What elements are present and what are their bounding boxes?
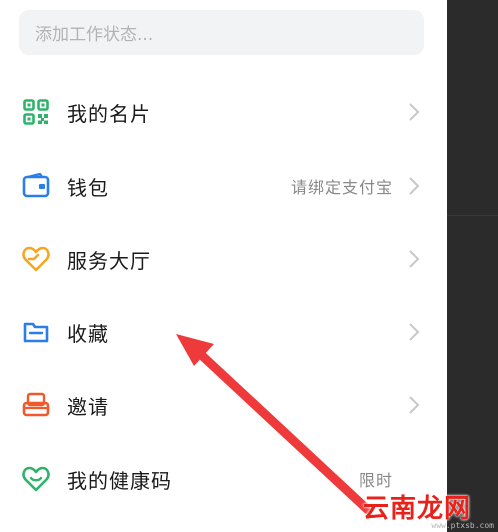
menu-item-label: 钱包 [67, 175, 109, 200]
chevron-right-icon [406, 174, 422, 198]
menu-item-business-card[interactable]: 我的名片 [0, 82, 447, 142]
side-drawer: 添加工作状态... 我的名片 钱包 请绑定支付宝 服务大厅 收藏 邀请 我的健康… [0, 0, 447, 532]
chevron-right-icon [406, 247, 422, 271]
chevron-right-icon [406, 320, 422, 344]
menu-item-wallet[interactable]: 钱包 请绑定支付宝 [0, 156, 447, 216]
menu-item-label: 邀请 [67, 394, 109, 419]
invite-icon [21, 390, 51, 420]
menu-item-label: 收藏 [67, 321, 109, 346]
chevron-right-icon [406, 100, 422, 124]
work-status-input[interactable]: 添加工作状态... [19, 10, 424, 55]
menu-item-service-hall[interactable]: 服务大厅 [0, 229, 447, 289]
health-heart-icon [21, 464, 51, 494]
menu-item-favorites[interactable]: 收藏 [0, 302, 447, 362]
watermark: 云南龙网 www.ptxsb.com [360, 488, 498, 532]
qr-code-icon [21, 97, 51, 127]
menu-item-label: 服务大厅 [67, 248, 151, 273]
work-status-placeholder: 添加工作状态... [35, 25, 154, 45]
chevron-right-icon [406, 393, 422, 417]
background-app-strip [447, 0, 498, 532]
watermark-logo: 云南龙网 [363, 494, 472, 524]
menu-item-invite[interactable]: 邀请 [0, 375, 447, 435]
wallet-bind-hint: 请绑定支付宝 [290, 178, 393, 197]
divider [447, 215, 498, 216]
watermark-url: www.ptxsb.com [431, 521, 494, 530]
menu-item-label: 我的健康码 [67, 468, 172, 493]
menu-item-label: 我的名片 [67, 101, 151, 126]
heart-hands-icon [21, 244, 51, 274]
folder-icon [21, 317, 51, 347]
wallet-icon [21, 171, 51, 201]
